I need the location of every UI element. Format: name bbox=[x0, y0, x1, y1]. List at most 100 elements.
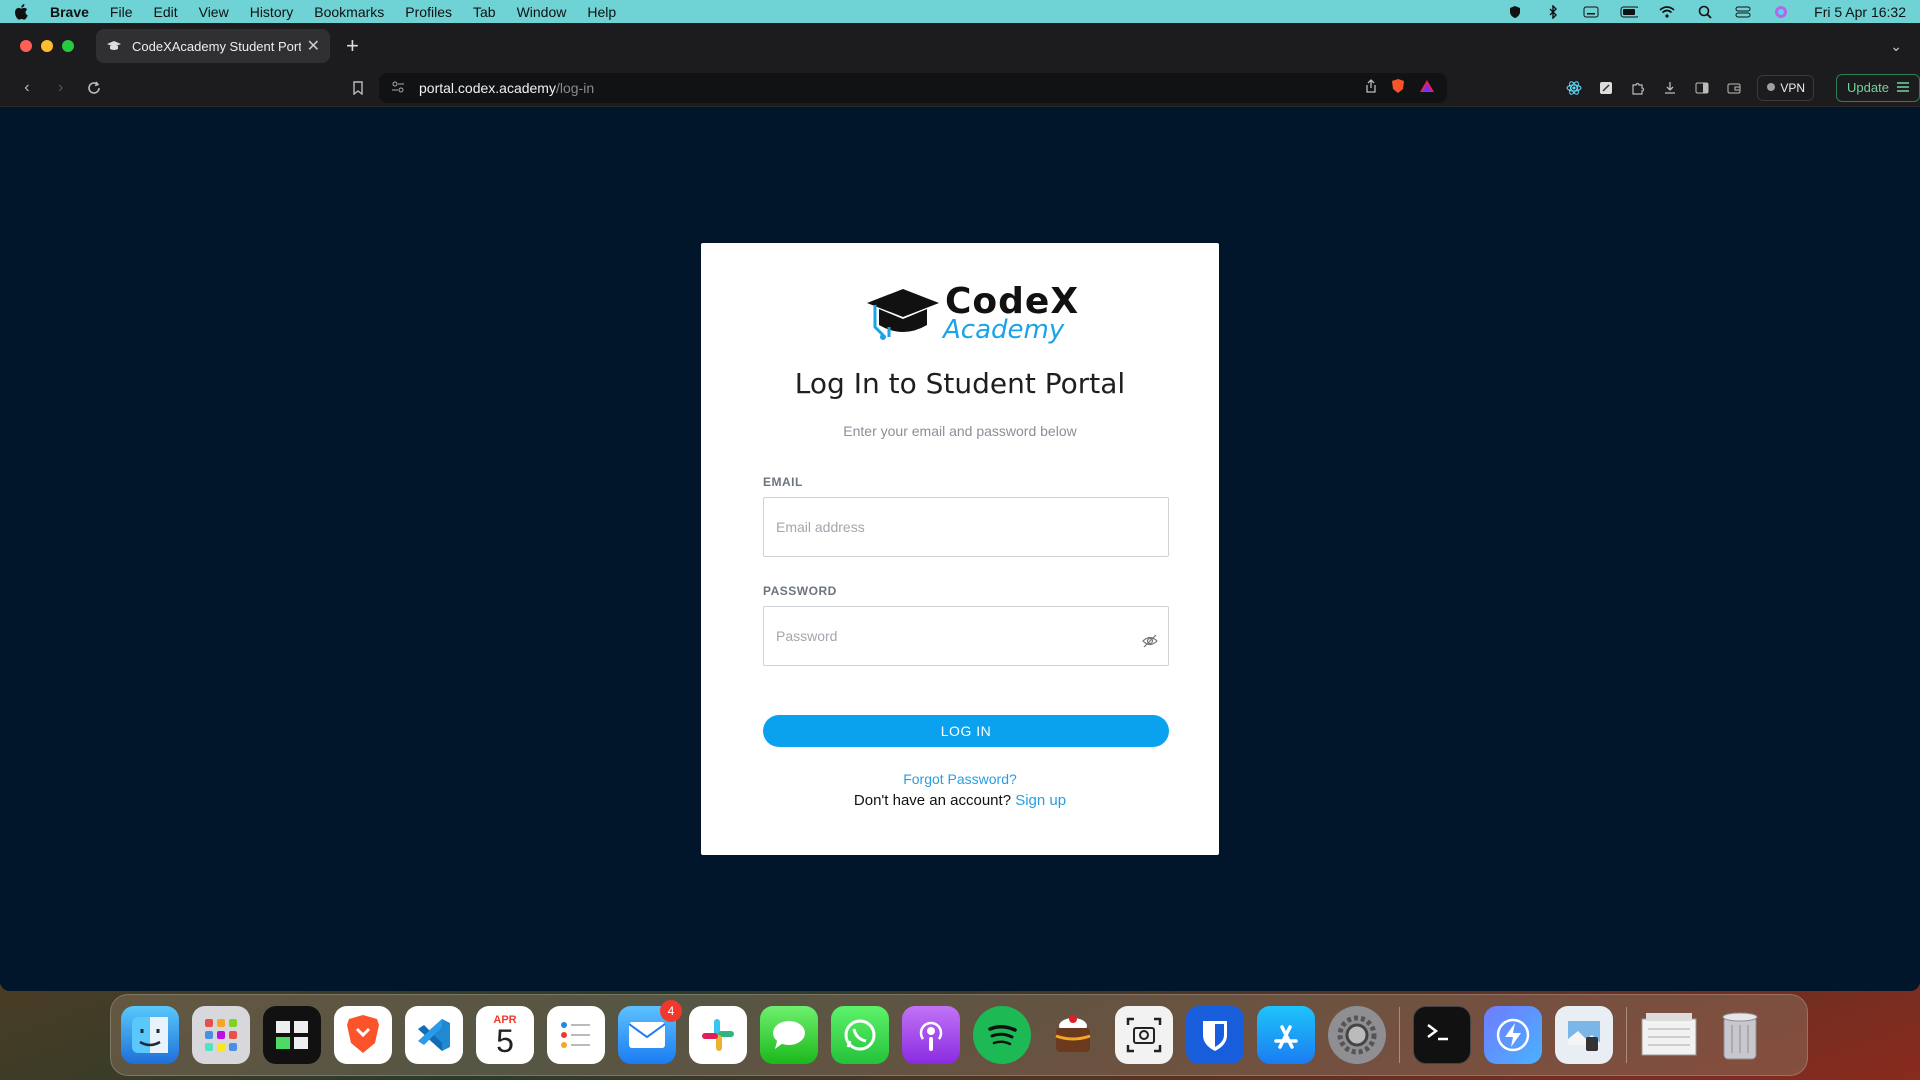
window-controls bbox=[20, 40, 74, 52]
trash-icon[interactable] bbox=[1711, 1006, 1769, 1064]
settings-icon[interactable] bbox=[1328, 1006, 1386, 1064]
cake-icon[interactable] bbox=[1044, 1006, 1102, 1064]
menu-bar: Brave File Edit View History Bookmarks P… bbox=[0, 0, 1920, 23]
status-area: Fri 5 Apr 16:32 bbox=[1506, 4, 1906, 20]
slack-icon[interactable] bbox=[689, 1006, 747, 1064]
brave-shields-icon[interactable] bbox=[1391, 78, 1405, 97]
menu-icon bbox=[1896, 80, 1909, 95]
tab-title: CodeXAcademy Student Porta bbox=[132, 38, 301, 54]
login-button[interactable]: LOG IN bbox=[763, 715, 1169, 747]
shield-icon[interactable] bbox=[1506, 5, 1524, 19]
forward-icon[interactable]: › bbox=[50, 77, 72, 99]
login-card: CodeX Academy Log In to Student Portal E… bbox=[701, 243, 1219, 855]
files-icon[interactable] bbox=[1640, 1006, 1698, 1064]
search-icon[interactable] bbox=[1696, 5, 1714, 19]
share-icon[interactable] bbox=[1365, 79, 1377, 96]
graduation-cap-logo-icon bbox=[867, 289, 939, 340]
logo-text-academy: Academy bbox=[943, 315, 1065, 345]
dock: APR 5 4 bbox=[110, 994, 1808, 1076]
vscode-icon[interactable] bbox=[405, 1006, 463, 1064]
address-bar[interactable]: portal.codex.academy/log-in bbox=[379, 72, 1448, 103]
url-path: /log-in bbox=[555, 79, 595, 96]
menu-history[interactable]: History bbox=[250, 4, 294, 20]
mail-icon[interactable]: 4 bbox=[618, 1000, 682, 1064]
toggle-password-visibility-icon[interactable] bbox=[1142, 633, 1158, 649]
signup-prompt-text: Don't have an account? bbox=[853, 792, 1012, 809]
menu-view[interactable]: View bbox=[199, 4, 229, 20]
calendar-icon[interactable]: APR 5 bbox=[476, 1006, 534, 1064]
graduation-cap-icon bbox=[106, 38, 122, 54]
tab-bar: CodeXAcademy Student Porta ✕ + ⌄ bbox=[0, 23, 1920, 69]
screenshot-icon[interactable] bbox=[1115, 1006, 1173, 1064]
finder-icon[interactable] bbox=[121, 1006, 179, 1064]
brave-icon[interactable] bbox=[334, 1006, 392, 1064]
menu-bookmarks[interactable]: Bookmarks bbox=[314, 4, 384, 20]
react-devtools-icon[interactable] bbox=[1565, 79, 1583, 97]
wifi-icon[interactable] bbox=[1658, 5, 1676, 19]
page-title: Log In to Student Portal bbox=[794, 367, 1126, 400]
vpn-label: VPN bbox=[1780, 80, 1806, 95]
menu-profiles[interactable]: Profiles bbox=[405, 4, 452, 20]
calendar-day: 5 bbox=[496, 1023, 514, 1059]
browser-window: CodeXAcademy Student Porta ✕ + ⌄ ‹ › por… bbox=[0, 23, 1920, 991]
whatsapp-icon[interactable] bbox=[831, 1006, 889, 1064]
menu-window[interactable]: Window bbox=[517, 4, 567, 20]
extension-icon[interactable] bbox=[1597, 79, 1615, 97]
sidebar-icon[interactable] bbox=[1693, 79, 1711, 97]
signup-link[interactable]: Sign up bbox=[1015, 792, 1066, 809]
email-field[interactable] bbox=[763, 497, 1169, 557]
close-window-button[interactable] bbox=[20, 40, 32, 52]
bitwarden-icon[interactable] bbox=[1186, 1006, 1244, 1064]
preview-icon[interactable] bbox=[1555, 1006, 1613, 1064]
apple-icon[interactable] bbox=[14, 3, 30, 20]
menu-clock[interactable]: Fri 5 Apr 16:32 bbox=[1814, 4, 1906, 20]
vpn-button[interactable]: VPN bbox=[1757, 74, 1815, 101]
appstore-icon[interactable] bbox=[1257, 1006, 1315, 1064]
app-icon[interactable] bbox=[263, 1006, 321, 1064]
site-settings-icon[interactable] bbox=[391, 80, 407, 96]
menu-app-name[interactable]: Brave bbox=[50, 4, 89, 20]
spotify-icon[interactable] bbox=[973, 1006, 1031, 1064]
browser-tab-active[interactable]: CodeXAcademy Student Porta ✕ bbox=[96, 29, 330, 63]
url-host: portal.codex.academy bbox=[419, 79, 556, 96]
reload-icon[interactable] bbox=[84, 77, 106, 99]
menu-help[interactable]: Help bbox=[587, 4, 616, 20]
wallet-icon[interactable] bbox=[1725, 79, 1743, 97]
update-button[interactable]: Update bbox=[1836, 73, 1920, 102]
extensions-area: VPN Update bbox=[1565, 73, 1920, 102]
bluetooth-icon[interactable] bbox=[1544, 4, 1562, 19]
forgot-password-link[interactable]: Forgot Password? bbox=[701, 771, 1219, 787]
download-icon[interactable] bbox=[1661, 79, 1679, 97]
podcasts-icon[interactable] bbox=[902, 1006, 960, 1064]
new-tab-icon[interactable]: + bbox=[346, 33, 359, 59]
siri-icon[interactable] bbox=[1772, 5, 1790, 19]
password-label: PASSWORD bbox=[763, 584, 837, 598]
mail-badge: 4 bbox=[660, 1000, 682, 1022]
menu-file[interactable]: File bbox=[110, 4, 133, 20]
close-tab-icon[interactable]: ✕ bbox=[307, 36, 320, 56]
address-bar-actions bbox=[1365, 78, 1435, 97]
puzzle-icon[interactable] bbox=[1629, 79, 1647, 97]
minimize-window-button[interactable] bbox=[41, 40, 53, 52]
shortcut-icon[interactable] bbox=[1484, 1006, 1542, 1064]
password-field[interactable] bbox=[763, 606, 1169, 666]
zoom-window-button[interactable] bbox=[62, 40, 74, 52]
page-viewport: CodeX Academy Log In to Student Portal E… bbox=[0, 107, 1920, 991]
tab-list-chevron-icon[interactable]: ⌄ bbox=[1890, 38, 1902, 55]
terminal-icon[interactable] bbox=[1413, 1006, 1471, 1064]
control-center-icon[interactable] bbox=[1734, 5, 1752, 19]
brave-rewards-icon[interactable] bbox=[1419, 79, 1435, 96]
update-label: Update bbox=[1847, 80, 1889, 95]
menu-tab[interactable]: Tab bbox=[473, 4, 496, 20]
reminders-icon[interactable] bbox=[547, 1006, 605, 1064]
keyboard-icon[interactable] bbox=[1582, 5, 1600, 19]
menu-edit[interactable]: Edit bbox=[153, 4, 177, 20]
messages-icon[interactable] bbox=[760, 1006, 818, 1064]
launchpad-icon[interactable] bbox=[192, 1006, 250, 1064]
page-subtitle: Enter your email and password below bbox=[843, 423, 1077, 439]
battery-icon[interactable] bbox=[1620, 5, 1639, 19]
back-icon[interactable]: ‹ bbox=[16, 77, 38, 99]
bookmark-icon[interactable] bbox=[347, 77, 369, 99]
browser-toolbar: ‹ › portal.codex.academy/log-in VPN Upda… bbox=[0, 69, 1920, 107]
codex-academy-logo: CodeX Academy bbox=[865, 281, 1078, 345]
